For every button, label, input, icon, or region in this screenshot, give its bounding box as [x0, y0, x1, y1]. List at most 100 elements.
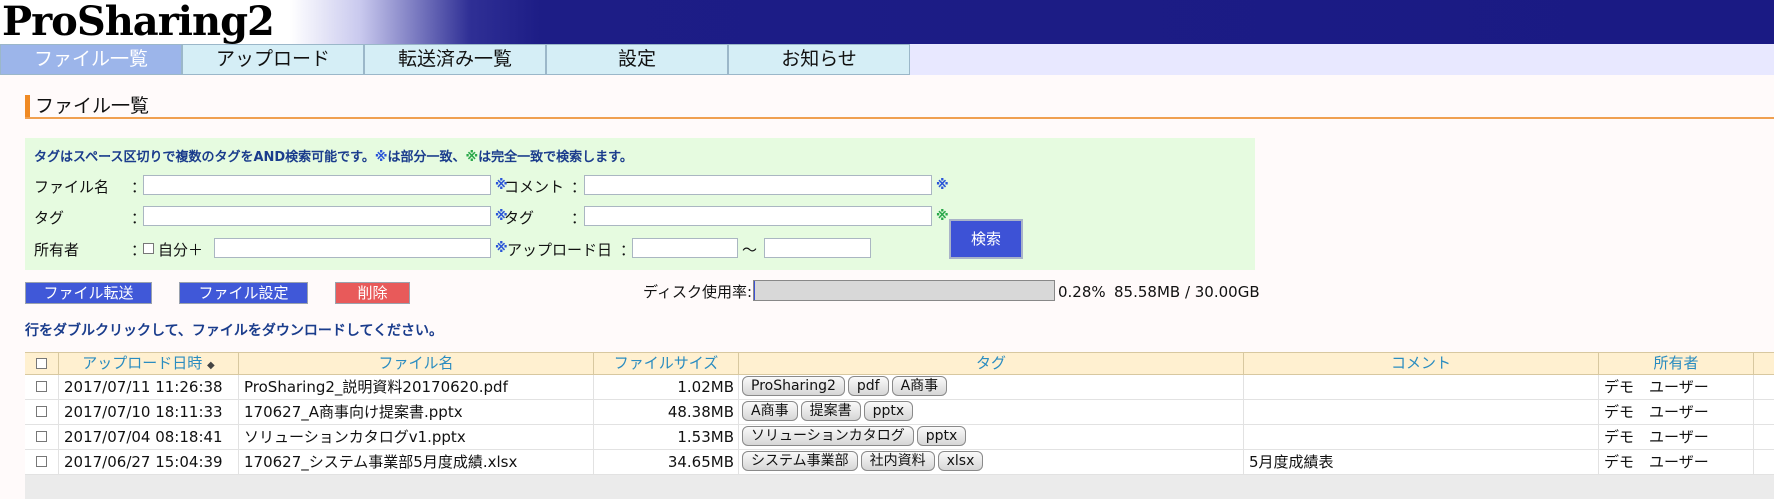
table-row[interactable]: 2017/07/11 11:26:38 ProSharing2_説明資料2017… — [25, 375, 1774, 400]
tab-transferred[interactable]: 転送済み一覧 — [364, 44, 546, 75]
cell-comment: 5月度成績表 — [1244, 450, 1599, 474]
tag-chip[interactable]: A商事 — [891, 376, 948, 396]
filename-input[interactable] — [143, 175, 491, 195]
tab-file-list[interactable]: ファイル一覧 — [0, 44, 182, 75]
date-from-input[interactable] — [632, 238, 738, 258]
cell-owner: デモ ユーザー — [1599, 400, 1754, 424]
cell-tags: ソリューションカタログ pptx — [739, 425, 1244, 449]
row-checkbox[interactable] — [36, 381, 47, 392]
tag-chip[interactable]: pdf — [847, 376, 889, 396]
search-hint: タグはスペース区切りで複数のタグをAND検索可能です。※は部分一致、※は完全一致… — [34, 146, 633, 165]
tag-chip[interactable]: A商事 — [742, 401, 798, 421]
row-select-cell — [25, 450, 59, 474]
hint-exact-text: は完全一致で検索します。 — [478, 150, 633, 165]
sort-icon[interactable]: ◆ — [207, 360, 215, 371]
table-header: アップロード日時 ◆ ファイル名 ファイルサイズ タグ コメント 所有者 — [25, 352, 1774, 375]
tag-label: タグ — [34, 209, 65, 227]
filename-label: ファイル名 — [34, 178, 110, 196]
row-checkbox[interactable] — [36, 456, 47, 467]
cell-filename: 170627_システム事業部5月度成績.xlsx — [239, 450, 594, 474]
file-transfer-button[interactable]: ファイル転送 — [25, 282, 152, 304]
row-select-cell — [25, 400, 59, 424]
column-upload-date[interactable]: アップロード日時 ◆ — [59, 353, 239, 374]
column-tags[interactable]: タグ — [739, 353, 1244, 374]
disk-usage-label: ディスク使用率: — [643, 283, 753, 301]
partial-match-mark: ※ — [936, 178, 949, 193]
app-logo[interactable]: ProSharing2 — [2, 0, 275, 44]
comment-input[interactable] — [584, 175, 932, 195]
tag-chip[interactable]: 提案書 — [800, 401, 861, 421]
row-select-cell — [25, 375, 59, 399]
hint-text: タグはスペース区切りで複数のタグをAND検索可能です。 — [34, 150, 375, 165]
cell-date: 2017/06/27 15:04:39 — [59, 450, 239, 474]
cell-owner: デモ ユーザー — [1599, 450, 1754, 474]
owner-label: 所有者 — [34, 241, 80, 259]
cell-tags: ProSharing2 pdf A商事 — [739, 375, 1244, 399]
tag-chip[interactable]: ProSharing2 — [742, 376, 845, 396]
cell-size: 1.53MB — [594, 425, 739, 449]
file-table: アップロード日時 ◆ ファイル名 ファイルサイズ タグ コメント 所有者 201… — [25, 352, 1774, 499]
disk-usage-percent: 0.28% — [1058, 283, 1106, 301]
cell-owner: デモ ユーザー — [1599, 375, 1754, 399]
self-label: 自分＋ — [158, 241, 204, 259]
self-checkbox[interactable] — [143, 243, 154, 254]
search-button[interactable]: 検索 — [949, 219, 1023, 259]
row-select-cell — [25, 425, 59, 449]
column-size[interactable]: ファイルサイズ — [594, 353, 739, 374]
row-checkbox[interactable] — [36, 431, 47, 442]
partial-match-mark: ※ — [495, 241, 508, 256]
tag-exact-input[interactable] — [584, 206, 932, 226]
cell-filename: ProSharing2_説明資料20170620.pdf — [239, 375, 594, 399]
cell-date: 2017/07/04 08:18:41 — [59, 425, 239, 449]
date-to-input[interactable] — [764, 238, 871, 258]
file-settings-button[interactable]: ファイル設定 — [179, 282, 308, 304]
tag-chip[interactable]: xlsx — [937, 451, 984, 471]
table-row[interactable]: 2017/07/04 08:18:41 ソリューションカタログv1.pptx 1… — [25, 425, 1774, 450]
cell-size: 34.65MB — [594, 450, 739, 474]
table-row[interactable]: 2017/07/10 18:11:33 170627_A商事向け提案書.pptx… — [25, 400, 1774, 425]
cell-comment — [1244, 425, 1599, 449]
tab-notices[interactable]: お知らせ — [728, 44, 910, 75]
tag-chip[interactable]: ソリューションカタログ — [742, 426, 914, 446]
title-divider — [25, 117, 1774, 119]
search-panel: タグはスペース区切りで複数のタグをAND検索可能です。※は部分一致、※は完全一致… — [25, 138, 1255, 270]
tag-chip[interactable]: pptx — [863, 401, 914, 421]
main-nav: ファイル一覧 アップロード 転送済み一覧 設定 お知らせ — [0, 44, 1774, 75]
app-header: ProSharing2 — [0, 0, 1774, 44]
comment-label: コメント — [504, 178, 565, 196]
cell-size: 1.02MB — [594, 375, 739, 399]
tag-chip[interactable]: 社内資料 — [860, 451, 935, 471]
tag-chip[interactable]: pptx — [916, 426, 967, 446]
tab-upload[interactable]: アップロード — [182, 44, 364, 75]
column-upload-date-label: アップロード日時 — [82, 354, 203, 372]
column-owner[interactable]: 所有者 — [1599, 353, 1754, 374]
cell-comment — [1244, 400, 1599, 424]
delete-button[interactable]: 削除 — [335, 282, 410, 304]
table-row[interactable]: 2017/06/27 15:04:39 170627_システム事業部5月度成績.… — [25, 450, 1774, 475]
column-comment[interactable]: コメント — [1244, 353, 1599, 374]
cell-owner: デモ ユーザー — [1599, 425, 1754, 449]
tag-input[interactable] — [143, 206, 491, 226]
upload-date-label: アップロード日 — [507, 241, 613, 259]
exact-match-mark: ※ — [936, 209, 949, 224]
select-all-checkbox[interactable] — [36, 358, 47, 369]
cell-filename: 170627_A商事向け提案書.pptx — [239, 400, 594, 424]
page-title: ファイル一覧 — [25, 95, 149, 117]
header-select-all-cell — [25, 353, 59, 374]
disk-usage-size: 85.58MB / 30.00GB — [1114, 283, 1260, 301]
owner-input[interactable] — [214, 238, 491, 258]
cell-tags: A商事 提案書 pptx — [739, 400, 1244, 424]
cell-tags: システム事業部 社内資料 xlsx — [739, 450, 1244, 474]
download-instruction: 行をダブルクリックして、ファイルをダウンロードしてください。 — [25, 323, 444, 339]
disk-usage-bar — [753, 280, 1055, 301]
cell-comment — [1244, 375, 1599, 399]
tag-chip[interactable]: システム事業部 — [742, 451, 858, 471]
cell-date: 2017/07/11 11:26:38 — [59, 375, 239, 399]
cell-date: 2017/07/10 18:11:33 — [59, 400, 239, 424]
tab-settings[interactable]: 設定 — [546, 44, 728, 75]
hint-partial-text: は部分一致、 — [387, 150, 466, 165]
partial-match-mark: ※ — [374, 150, 388, 165]
row-checkbox[interactable] — [36, 406, 47, 417]
column-filename[interactable]: ファイル名 — [239, 353, 594, 374]
date-range-separator: ～ — [742, 241, 758, 259]
